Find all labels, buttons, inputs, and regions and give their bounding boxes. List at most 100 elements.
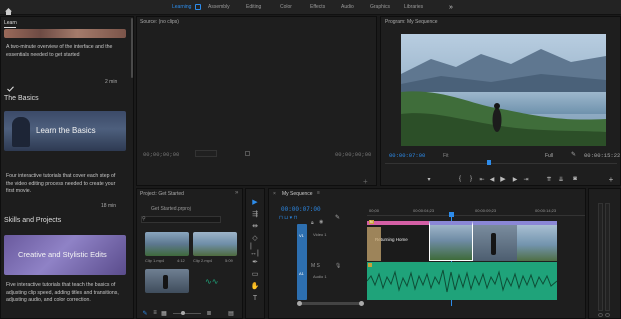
video-clip-2[interactable]	[429, 221, 473, 261]
video-clip-4[interactable]	[517, 221, 557, 261]
zoom-slider-handle[interactable]	[181, 311, 185, 315]
workspace-bar: Learning Assembly Editing Color Effects …	[0, 0, 621, 15]
icon-view-icon[interactable]: ▦	[160, 309, 168, 317]
go-to-in-icon[interactable]: ⇤	[478, 175, 486, 183]
timeline-zoom-handle-left[interactable]	[297, 301, 302, 306]
source-zoom-select[interactable]	[195, 150, 217, 157]
meter-solo-right[interactable]	[605, 313, 610, 317]
workspace-color-tab[interactable]: Color	[280, 0, 292, 15]
audio-clip-fx-badge	[368, 263, 372, 267]
project-clip-2-thumb[interactable]	[193, 232, 237, 256]
source-timecode-left[interactable]: 00;00;00;00	[143, 151, 179, 158]
zoom-slider[interactable]	[173, 313, 201, 314]
program-quality-select[interactable]: Full	[545, 153, 553, 159]
program-monitor-title[interactable]: Program: My Sequence	[385, 19, 438, 25]
camera-icon[interactable]: ◙	[571, 175, 579, 183]
slip-tool-icon[interactable]: |↔|	[250, 243, 260, 257]
lesson1-description: A two-minute overview of the interface a…	[6, 44, 113, 58]
rectangle-tool-icon[interactable]: ▭	[250, 269, 260, 279]
project-audio-thumb[interactable]: ∿∿	[193, 269, 237, 293]
project-clip-1-thumb[interactable]	[145, 232, 189, 256]
workspace-libraries-tab[interactable]: Libraries	[404, 0, 423, 15]
learn-scrollbar[interactable]	[131, 18, 133, 78]
snap-icon[interactable]: ⊓ ⊔ ▾ ⊓	[279, 215, 297, 221]
source-monitor-title[interactable]: Source: (no clips)	[140, 19, 179, 25]
go-to-out-icon[interactable]: ⇥	[522, 175, 530, 183]
program-scrub-bar[interactable]	[385, 163, 617, 164]
project-new-bin-icon[interactable]: ✎	[141, 309, 149, 317]
track-select-tool-icon[interactable]: ⇶	[250, 209, 260, 219]
lift-icon[interactable]: ⇈	[545, 175, 553, 183]
source-timecode-right: 00;00;00;00	[335, 151, 372, 158]
project-clip-2-duration: 5:09	[225, 258, 233, 263]
play-icon[interactable]: ▶	[499, 175, 507, 183]
razor-icon[interactable]: ◇	[250, 233, 260, 243]
step-forward-icon[interactable]: ▶	[511, 175, 519, 183]
extract-icon[interactable]: ⇊	[557, 175, 565, 183]
clip-figure	[491, 233, 496, 255]
text-icon[interactable]: T	[250, 293, 260, 303]
timeline-scrollbar[interactable]	[299, 302, 361, 305]
workspace-assembly-tab[interactable]: Assembly	[208, 0, 230, 15]
mark-out-icon[interactable]: }	[467, 175, 475, 183]
wrench-icon-timeline[interactable]: ✎	[335, 214, 340, 221]
program-timecode-current[interactable]: 00:00:07:00	[389, 152, 425, 159]
list-view-icon[interactable]: ≡	[151, 309, 159, 317]
hand-icon[interactable]: ✋	[250, 281, 260, 291]
timeline-timecode[interactable]: 00:00:07:00	[281, 206, 321, 213]
source-add-button[interactable]: +	[363, 177, 368, 186]
lesson1-duration: 2 min	[105, 79, 118, 85]
timeline-title[interactable]: My Sequence	[282, 191, 313, 197]
audio-clip[interactable]	[367, 262, 557, 300]
program-add-button[interactable]: +	[607, 175, 615, 184]
sort-icon[interactable]: ≣	[205, 309, 213, 317]
pen-icon[interactable]: ✒	[250, 257, 260, 267]
project-clip-3-thumb[interactable]	[145, 269, 189, 293]
track-lock-icon[interactable]: 🔒︎	[311, 220, 314, 226]
workspace-menu-icon[interactable]	[195, 4, 201, 10]
add-marker-icon[interactable]: ▾	[425, 175, 433, 183]
card1-title: Learn the Basics	[36, 126, 96, 135]
workspace-effects-tab[interactable]: Effects	[310, 0, 325, 15]
selection-tool-icon[interactable]: ▶	[250, 197, 260, 207]
workspace-editing-tab[interactable]: Editing	[246, 0, 261, 15]
timeline-menu-icon[interactable]: ≡	[317, 190, 320, 196]
mark-in-icon[interactable]: {	[456, 175, 464, 183]
a1-source-patch[interactable]	[297, 260, 307, 300]
card2-thumbnail[interactable]: Creative and Stylistic Edits	[4, 235, 126, 275]
workspace-audio-tab[interactable]: Audio	[341, 0, 354, 15]
section-the-basics: The Basics	[4, 95, 39, 102]
video-clip-transition[interactable]	[367, 227, 381, 261]
lesson1-thumbnail[interactable]	[4, 29, 126, 38]
timeline-zoom-handle-right[interactable]	[359, 301, 364, 306]
audio-waveform-icon: ∿∿	[205, 277, 219, 286]
workspace-overflow-button[interactable]: »	[449, 0, 453, 15]
home-icon[interactable]	[4, 3, 13, 15]
program-video-frame	[401, 34, 606, 146]
card1-description: Four interactive tutorials that cover ea…	[6, 173, 116, 194]
ripple-edit-tool-icon[interactable]: ⇹	[250, 221, 260, 231]
learn-tab-underline	[4, 27, 16, 28]
wrench-icon[interactable]: ✎	[571, 151, 576, 158]
step-back-icon[interactable]: ◀	[488, 175, 496, 183]
meter-solo-left[interactable]	[598, 313, 603, 317]
eye-icon[interactable]: ◉	[319, 219, 323, 225]
program-fit-select[interactable]: Fit	[443, 153, 449, 159]
program-timecode-duration: 00:00:15:22	[584, 152, 621, 159]
ruler-mark-3: 00:00:14;23	[535, 208, 557, 213]
project-panel-title[interactable]: Project: Get Started	[140, 191, 184, 197]
program-playhead[interactable]	[487, 160, 491, 165]
workspace-graphics-tab[interactable]: Graphics	[370, 0, 390, 15]
mute-icon[interactable]: M S	[311, 263, 320, 269]
mic-icon[interactable]: 🎙︎	[335, 263, 341, 269]
card1-thumbnail[interactable]: Learn the Basics	[4, 111, 126, 151]
workspace-learning-tab[interactable]: Learning	[172, 0, 191, 15]
project-file-name: Get Started.prproj	[151, 206, 191, 212]
close-icon[interactable]: ×	[273, 191, 276, 197]
project-new-item-icon[interactable]: ▤	[227, 309, 235, 317]
learn-tab[interactable]: Learn	[4, 20, 17, 26]
project-search-field[interactable]	[141, 216, 221, 223]
project-menu-icon[interactable]: »	[235, 190, 238, 196]
source-settings-icon[interactable]	[245, 151, 250, 156]
video-clip-3[interactable]	[473, 221, 517, 261]
